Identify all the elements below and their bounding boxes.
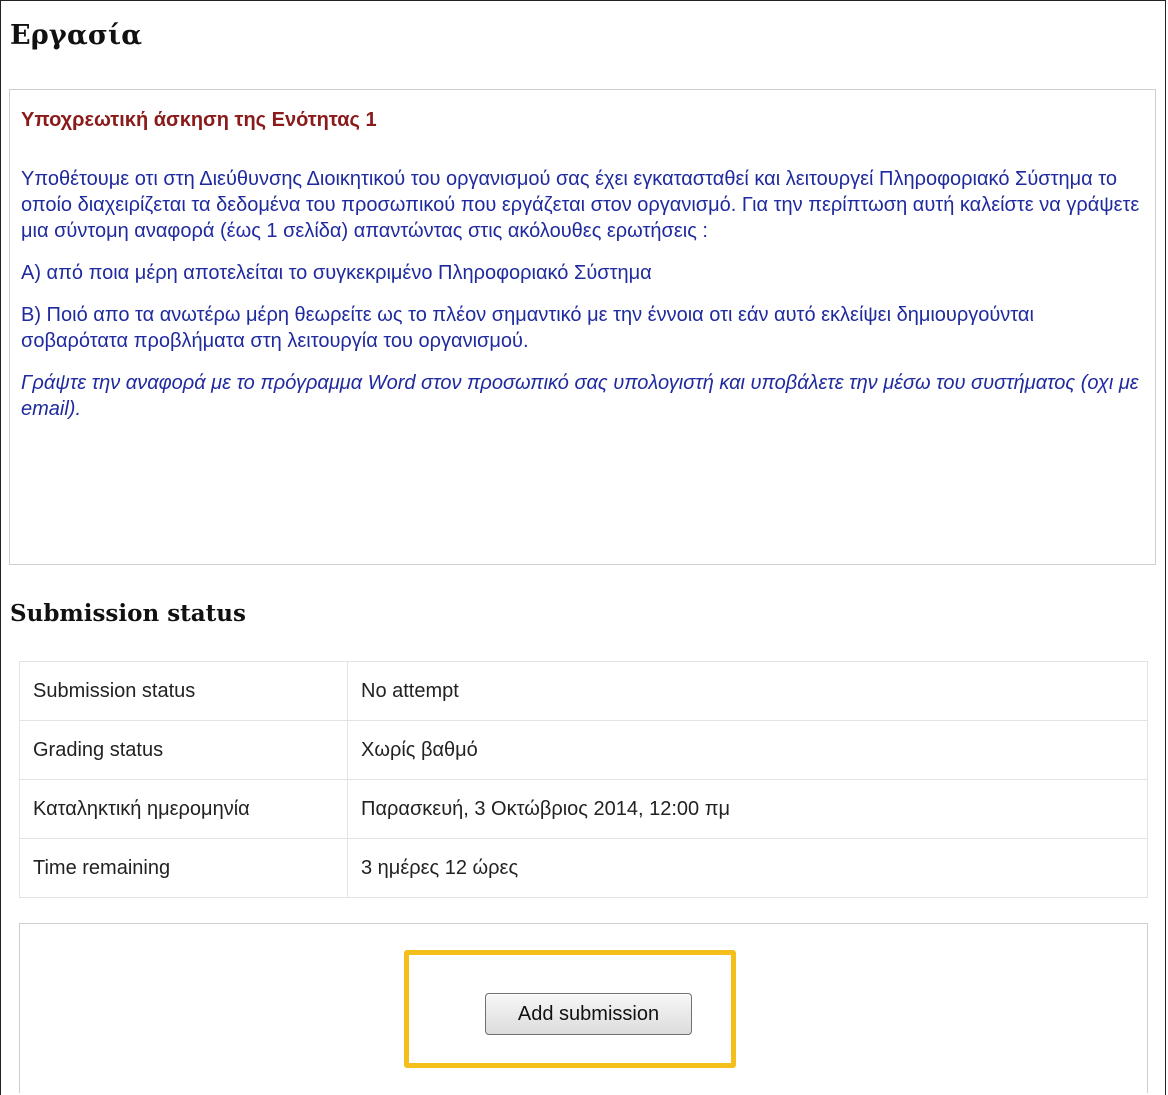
assignment-description: Υποχρεωτική άσκηση της Ενότητας 1 Υποθέτ…	[9, 89, 1156, 565]
row-value: 3 ημέρες 12 ώρες	[347, 838, 1148, 898]
table-row: Time remaining 3 ημέρες 12 ώρες	[19, 838, 1148, 898]
row-value: Παρασκευή, 3 Οκτώβριος 2014, 12:00 πμ	[347, 779, 1148, 839]
row-value: Χωρίς βαθμό	[347, 720, 1148, 780]
submission-section-title: Submission status	[10, 600, 246, 627]
submission-note: Γράψτε την αναφορά με το πρόγραμμα Word …	[21, 372, 1139, 420]
table-row: Grading status Χωρίς βαθμό	[19, 720, 1148, 780]
row-value: No attempt	[347, 661, 1148, 721]
row-label: Καταληκτική ημερομηνία	[19, 779, 348, 839]
assignment-heading: Υποχρεωτική άσκηση της Ενότητας 1	[21, 109, 377, 131]
row-label: Time remaining	[19, 838, 348, 898]
table-row: Καταληκτική ημερομηνία Παρασκευή, 3 Οκτώ…	[19, 779, 1148, 839]
question-a: Α) από ποια μέρη αποτελείται το συγκεκρι…	[21, 262, 652, 284]
assignment-body: Υποθέτουμε οτι στη Διεύθυνσης Διοικητικο…	[21, 166, 1146, 438]
question-b: Β) Ποιό απο τα ανωτέρω μέρη θεωρείτε ως …	[21, 304, 1034, 352]
row-label: Grading status	[19, 720, 348, 780]
page-title: Εργασία	[10, 20, 143, 51]
submission-status-table: Submission status No attempt Grading sta…	[19, 661, 1148, 898]
intro-paragraph: Υποθέτουμε οτι στη Διεύθυνσης Διοικητικο…	[21, 168, 1140, 242]
table-row: Submission status No attempt	[19, 661, 1148, 721]
row-label: Submission status	[19, 661, 348, 721]
add-submission-button[interactable]: Add submission	[485, 993, 692, 1035]
